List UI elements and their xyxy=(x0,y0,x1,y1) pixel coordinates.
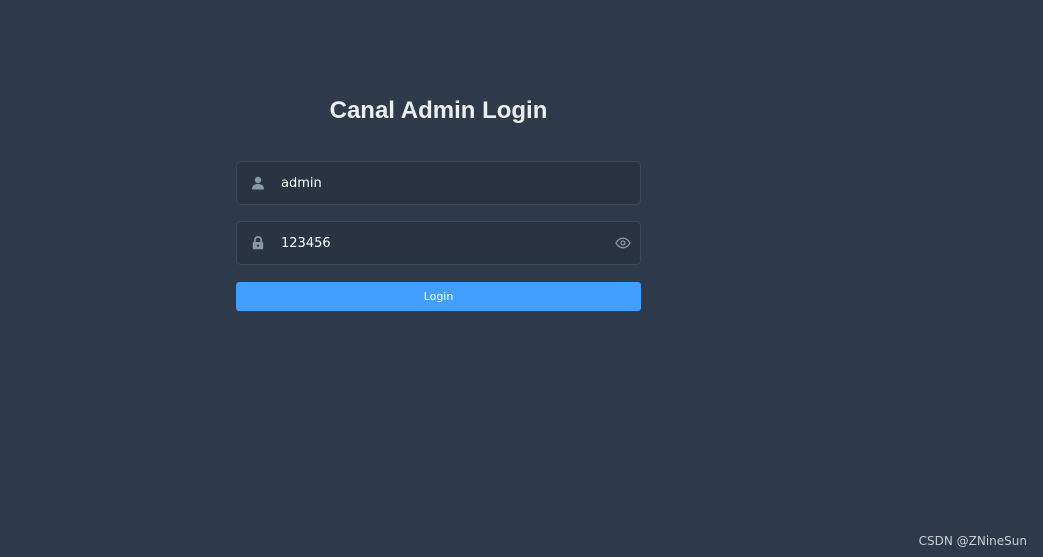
eye-icon[interactable] xyxy=(615,235,631,251)
lock-icon xyxy=(250,235,266,251)
watermark: CSDN @ZNineSun xyxy=(918,534,1027,548)
login-page: Canal Admin Login admin 123456 Login CSD… xyxy=(0,0,1043,557)
username-field xyxy=(236,161,641,205)
password-field xyxy=(236,221,641,265)
page-title: Canal Admin Login xyxy=(329,97,548,124)
login-button[interactable]: Login xyxy=(236,282,641,311)
password-input[interactable] xyxy=(281,222,601,264)
user-icon xyxy=(250,175,266,191)
username-input[interactable] xyxy=(281,162,601,204)
